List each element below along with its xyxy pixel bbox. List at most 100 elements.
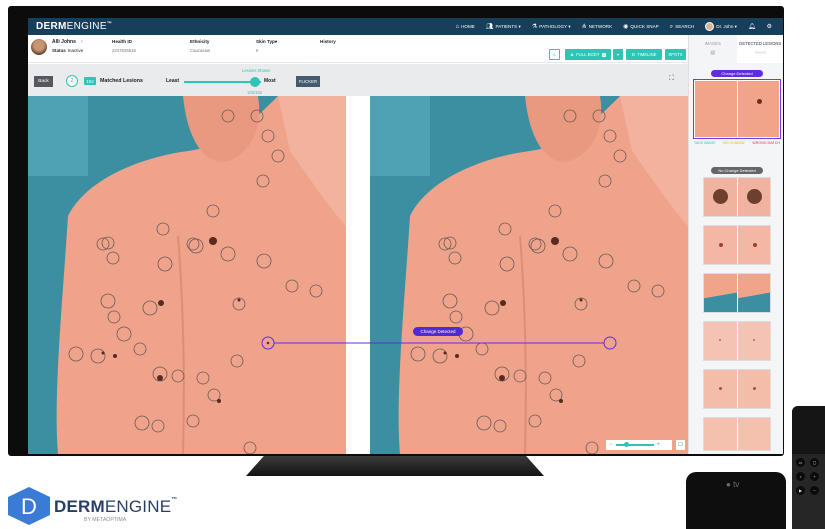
lesion-pair-2-after — [737, 226, 770, 264]
step-indicator[interactable]: 2 — [66, 75, 78, 87]
lesions-slider-thumb[interactable] — [250, 77, 260, 87]
zoom-in-button[interactable]: + — [657, 442, 661, 448]
least-label: Least — [166, 78, 180, 84]
tab-images[interactable]: IMAGES ▤ — [689, 35, 737, 63]
history-header[interactable]: History — [320, 39, 336, 44]
full-body-count: 3 — [601, 52, 606, 57]
changed-lesion-before — [695, 81, 737, 137]
status-value: Inactive — [67, 48, 84, 53]
footer-byline: BY METAOPTIMA — [84, 517, 127, 523]
user-menu[interactable]: Dr. John ▾ — [705, 22, 737, 31]
back-button[interactable]: Back — [34, 76, 53, 87]
ethnicity-header: Ethnicity — [190, 39, 210, 44]
lesion-pair-4-before — [704, 322, 737, 360]
no-change-button[interactable]: NO CHANGE — [723, 141, 745, 145]
changed-lesion-after — [737, 81, 779, 137]
lesion-pair-4[interactable] — [703, 321, 771, 361]
pathology-icon: ⚗ — [531, 23, 538, 30]
tab-detected-lesions[interactable]: DETECTED LESIONS ○—○ — [736, 35, 783, 63]
nav-patients[interactable]: 👥︎ PATIENTS ▾ — [486, 24, 521, 30]
lesions-shown-count: 102/102 — [247, 90, 263, 95]
zoom-slider[interactable] — [615, 442, 654, 447]
zoom-control: − + — [606, 440, 672, 450]
most-label: Most — [264, 78, 276, 84]
spots-button[interactable]: SPOTS — [665, 49, 686, 60]
timeline-button[interactable]: ⊟ TIMELINE — [626, 49, 662, 60]
zoom-slider-thumb[interactable] — [623, 442, 629, 447]
body-icon: ♟ — [570, 52, 575, 57]
link-icon: ○—○ — [754, 50, 766, 56]
female-icon: ♀ — [79, 39, 84, 45]
top-navbar: DERMENGINE™ ⌂ HOME 👥︎ PATIENTS ▾ ⚗ PATHOLOG… — [28, 18, 783, 35]
take-image-button[interactable]: TAKE IMAGE — [694, 141, 716, 145]
lesion-pair-4-after — [737, 322, 770, 360]
lesion-pair-5[interactable] — [703, 369, 771, 409]
wordmark-bold: DERM — [54, 497, 105, 516]
lesion-pair-6[interactable] — [703, 417, 771, 451]
brand-logo[interactable]: DERMENGINE™ — [28, 21, 112, 32]
wordmark-tm: ™ — [171, 497, 178, 503]
nav-network-label: NETWORK — [588, 24, 613, 29]
nav-patients-label: PATIENTS ▾ — [495, 23, 521, 29]
lesion-pair-3-after — [737, 274, 770, 312]
user-name: Dr. John ▾ — [716, 23, 737, 29]
full-body-dropdown[interactable]: ▾ — [613, 49, 623, 60]
nav-home[interactable]: ⌂ HOME — [455, 24, 474, 30]
nav-search[interactable]: ⌕ SEARCH — [670, 24, 695, 30]
nav-network[interactable]: ⋔ NETWORK — [582, 24, 613, 30]
patients-icon: 👥︎ — [485, 23, 494, 30]
nav-links: ⌂ HOME 👥︎ PATIENTS ▾ ⚗ PATHOLOGY ▾ ⋔ NETWORK… — [455, 18, 783, 35]
lesion-pair-1-before — [704, 178, 737, 216]
lesion-pair-1[interactable] — [703, 177, 771, 217]
nav-quick-snap[interactable]: ◉ QUICK SNAP — [623, 24, 659, 30]
bell-icon: 🔔︎ — [747, 23, 756, 30]
fit-screen-icon[interactable]: □ — [676, 440, 685, 450]
lesion-pair-2-before — [704, 226, 737, 264]
remote-siri-button: ♪ — [796, 472, 805, 481]
changed-lesion-card[interactable] — [693, 79, 781, 139]
lesion-actions: TAKE IMAGE NO CHANGE WRONG MATCH — [693, 141, 781, 145]
camera-icon: ◉ — [623, 23, 629, 30]
followup-back-image[interactable] — [370, 96, 688, 454]
nav-quick-snap-label: QUICK SNAP — [630, 24, 659, 29]
brand-tm: ™ — [106, 21, 113, 27]
lesion-pair-3-before — [704, 274, 737, 312]
ethnicity-value: Caucasian — [190, 48, 211, 53]
brand-bold: DERM — [36, 21, 67, 32]
full-body-button[interactable]: ♟ FULL-BODY 3 — [565, 49, 611, 60]
nav-pathology[interactable]: ⚗ PATHOLOGY ▾ — [532, 24, 571, 30]
home-icon: ⌂ — [455, 23, 460, 30]
remote-touchpad — [792, 406, 825, 454]
spots-label: SPOTS — [668, 52, 683, 57]
wordmark-light: ENGINE — [104, 497, 172, 516]
settings-button[interactable]: ⚙ — [767, 24, 772, 30]
dermengine-logo-icon: D — [8, 487, 50, 525]
patient-name[interactable]: Alli Johns — [52, 39, 76, 45]
baseline-back-image[interactable] — [28, 96, 346, 454]
lesion-pair-2[interactable] — [703, 225, 771, 265]
change-detected-header: Change Detected — [711, 70, 763, 77]
lesions-shown-caption: Lesions Shown — [242, 68, 271, 73]
lesion-pair-3[interactable] — [703, 273, 771, 313]
skin-type-header: Skin Type — [256, 39, 278, 44]
flicker-button[interactable]: FLICKER — [296, 76, 320, 87]
matched-lesions-label: Matched Lesions — [100, 78, 143, 84]
brand-light: ENGINE — [66, 21, 107, 32]
comparison-toolbar: Back 2 102 Matched Lesions Least Lesions… — [28, 64, 688, 96]
person-button[interactable]: ♙ — [549, 49, 560, 60]
remote-volume-button: + — [810, 472, 819, 481]
notifications-button[interactable]: 🔔︎ — [748, 24, 756, 30]
wrong-match-button[interactable]: WRONG MATCH — [752, 141, 780, 145]
logo-letter: D — [21, 494, 37, 519]
health-id-header: Health ID — [112, 39, 132, 44]
health-id-value: 2247825616 — [112, 48, 136, 53]
zoom-out-button[interactable]: − — [609, 442, 613, 448]
fullscreen-icon[interactable]: ⛶ — [669, 75, 674, 83]
user-avatar — [705, 22, 715, 31]
nav-pathology-label: PATHOLOGY ▾ — [539, 23, 571, 29]
patient-name-row: Alli Johns ♀ — [52, 39, 84, 45]
remote-home-button: ▢ — [810, 458, 819, 467]
change-detected-label[interactable]: Change Detected — [413, 327, 463, 336]
gear-icon: ⚙ — [766, 23, 772, 30]
nav-home-label: HOME — [461, 24, 475, 29]
